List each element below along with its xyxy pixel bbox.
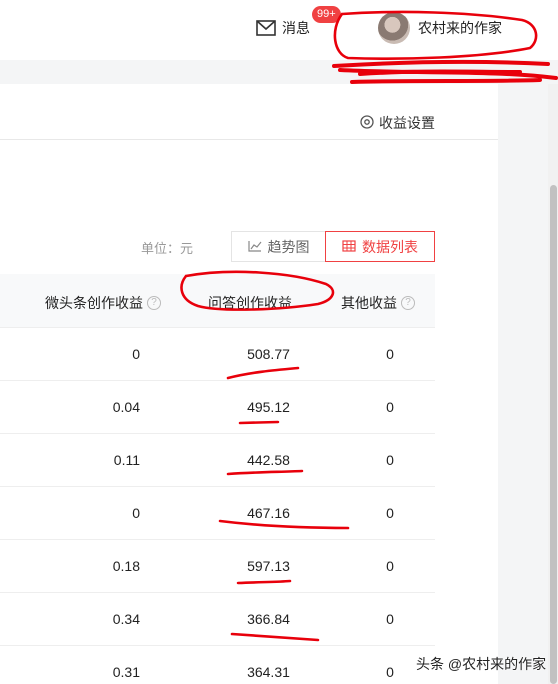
cell-weitoutiao: 0 xyxy=(132,346,140,362)
cell-weitoutiao: 0.18 xyxy=(112,558,140,574)
user-menu[interactable]: 农村来的作家 xyxy=(378,12,502,44)
settings-label: 收益设置 xyxy=(379,115,435,131)
table-row: 0 508.77 0 xyxy=(0,328,435,381)
cell-wenda: 366.84 xyxy=(247,611,290,627)
cell-other: 0 xyxy=(386,664,394,680)
cell-weitoutiao: 0.04 xyxy=(112,399,140,415)
cell-wenda: 442.58 xyxy=(247,452,290,468)
avatar xyxy=(378,12,410,44)
username: 农村来的作家 xyxy=(418,20,502,36)
cell-weitoutiao: 0.31 xyxy=(112,664,140,680)
messages-label: 消息 xyxy=(282,20,310,36)
cell-weitoutiao: 0 xyxy=(132,505,140,521)
table-body: 0 508.77 0 0.04 495.12 0 0.11 442.58 0 0… xyxy=(0,328,435,684)
table-row: 0.04 495.12 0 xyxy=(0,381,435,434)
cell-other: 0 xyxy=(386,452,394,468)
table-header: 微头条创作收益 ? 问答创作收益 其他收益 ? xyxy=(0,274,435,328)
trend-chart-tab[interactable]: 趋势图 xyxy=(231,231,326,262)
column-header-other: 其他收益 ? xyxy=(341,293,415,313)
data-list-label: 数据列表 xyxy=(362,238,418,255)
table-row: 0 467.16 0 xyxy=(0,487,435,540)
help-icon[interactable]: ? xyxy=(401,296,415,310)
cell-wenda: 467.16 xyxy=(247,505,290,521)
notification-badge: 99+ xyxy=(312,6,341,23)
section-divider xyxy=(0,139,498,140)
cell-other: 0 xyxy=(386,611,394,627)
cell-wenda: 597.13 xyxy=(247,558,290,574)
cell-wenda: 495.12 xyxy=(247,399,290,415)
cell-wenda: 508.77 xyxy=(247,346,290,362)
cell-weitoutiao: 0.11 xyxy=(113,452,140,468)
revenue-settings-link[interactable]: 收益设置 xyxy=(360,113,435,133)
cell-other: 0 xyxy=(386,346,394,362)
unit-label: 单位：元 xyxy=(141,241,194,256)
trend-chart-label: 趋势图 xyxy=(267,238,310,255)
column-header-weitoutiao: 微头条创作收益 ? xyxy=(45,293,161,313)
header-divider-band xyxy=(0,60,558,84)
cell-other: 0 xyxy=(386,505,394,521)
cell-weitoutiao: 0.34 xyxy=(112,611,140,627)
scrollbar-thumb[interactable] xyxy=(550,185,557,684)
table-row: 0.34 366.84 0 xyxy=(0,593,435,646)
trend-chart-icon xyxy=(247,239,262,255)
data-list-tab[interactable]: 数据列表 xyxy=(325,231,435,262)
table-row: 0.11 442.58 0 xyxy=(0,434,435,487)
watermark: 头条 @农村来的作家 xyxy=(416,656,547,672)
table-row: 0.31 364.31 0 xyxy=(0,646,435,684)
messages-button[interactable]: 消息 xyxy=(256,18,310,38)
settings-icon xyxy=(360,114,374,132)
help-icon[interactable]: ? xyxy=(147,296,161,310)
table-row: 0.18 597.13 0 xyxy=(0,540,435,593)
top-header: 消息 99+ 农村来的作家 xyxy=(0,0,558,60)
table-icon xyxy=(342,239,356,255)
cell-other: 0 xyxy=(386,399,394,415)
envelope-icon xyxy=(256,20,276,36)
column-header-wenda: 问答创作收益 xyxy=(208,295,292,311)
cell-wenda: 364.31 xyxy=(247,664,290,680)
cell-other: 0 xyxy=(386,558,394,574)
